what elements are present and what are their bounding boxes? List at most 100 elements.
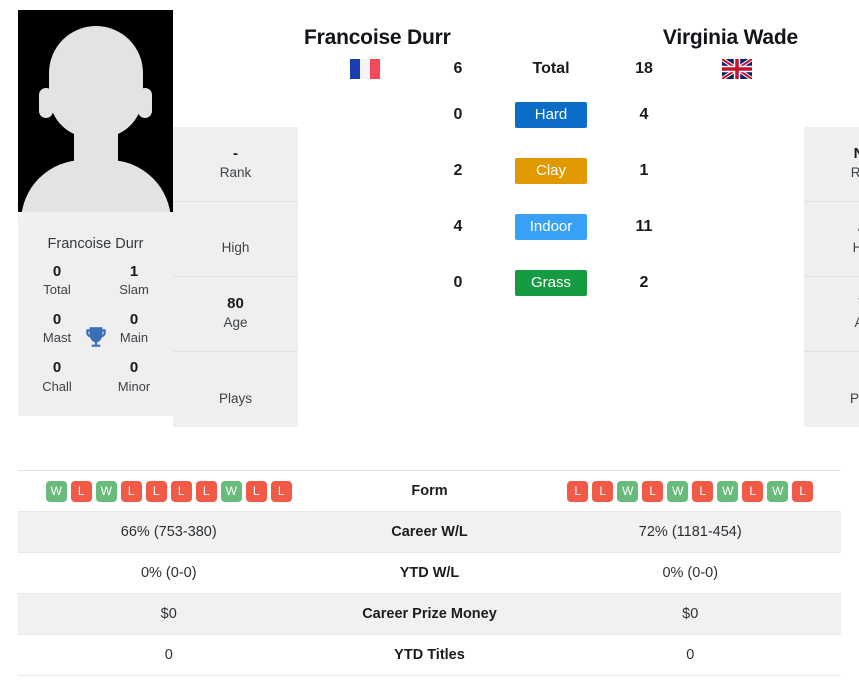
player-comparison-page: Francoise Durr 0 Total 1 Slam 0 Mast 0 M…	[0, 0, 859, 681]
comparison-header: Francoise Durr 0 Total 1 Slam 0 Mast 0 M…	[0, 0, 859, 462]
form-badge-win: W	[717, 480, 739, 502]
left-main-titles-label: Main	[119, 330, 149, 346]
form-badge-loss: L	[592, 480, 614, 502]
form-badge-loss: L	[567, 480, 589, 502]
left-ytd-wl: 0% (0-0)	[140, 565, 197, 581]
ytd-wl-label: YTD W/L	[399, 565, 460, 581]
table-row-form: WLWLLLLWLL Form LLWLWLWLWL	[18, 471, 841, 512]
left-titles-row-1: 0 Total 1 Slam	[18, 262, 173, 299]
avatar-ear-right	[138, 88, 152, 118]
right-form-badges: LLWLWLWLWL	[567, 480, 814, 502]
form-badge-loss: L	[195, 480, 217, 502]
avatar-placeholder-icon	[48, 26, 143, 138]
player-names-row: Francoise Durr Virginia Wade	[298, 26, 804, 50]
left-form-badges: WLWLLLLWLL	[45, 480, 292, 502]
clay-badge-wrap: Clay	[488, 158, 614, 184]
left-high-cell: High	[173, 202, 298, 277]
grass-surface-row: 0 Grass 2	[298, 268, 804, 298]
left-flag-slot	[302, 59, 428, 79]
left-total-wins: 6	[453, 60, 463, 77]
right-career-prize: $0	[682, 606, 699, 622]
left-titles-row-3: 0 Chall 0 Minor	[18, 358, 173, 395]
left-info-panel: - Rank High 80 Age Plays	[173, 127, 298, 427]
left-rank-value: -	[233, 145, 238, 163]
table-row-ytd-wl: 0% (0-0) YTD W/L 0% (0-0)	[18, 553, 841, 594]
left-ytd-titles: 0	[164, 647, 173, 663]
table-row-ytd-titles: 0 YTD Titles 0	[18, 635, 841, 676]
left-chall-titles-value: 0	[52, 359, 62, 377]
form-badge-loss: L	[642, 480, 664, 502]
left-age-cell: 80 Age	[173, 277, 298, 352]
left-minor-titles-label: Minor	[117, 378, 151, 394]
left-total-titles-value: 0	[52, 263, 62, 280]
left-grass-wins: 0	[453, 274, 463, 291]
form-badge-win: W	[95, 480, 117, 502]
flag-great-britain-icon	[722, 59, 752, 79]
hard-badge-wrap: Hard	[488, 102, 614, 128]
left-mast-titles: 0 Mast	[30, 310, 84, 347]
right-rank-cell: N/A Rank	[804, 127, 859, 202]
left-slam-titles: 1 Slam	[107, 262, 161, 299]
form-row-label: Form	[411, 483, 448, 499]
avatar-ear-left	[39, 88, 53, 118]
right-ytd-wl: 0% (0-0)	[662, 565, 719, 581]
form-badge-win: W	[767, 480, 789, 502]
left-main-titles: 0 Main	[107, 310, 161, 347]
right-ytd-titles: 0	[686, 647, 695, 663]
right-indoor-wins: 11	[635, 218, 653, 235]
hard-surface-badge: Hard	[515, 102, 587, 128]
grass-surface-badge: Grass	[515, 270, 587, 296]
form-badge-win: W	[45, 480, 67, 502]
left-main-titles-value: 0	[129, 311, 139, 329]
right-clay-wins: 1	[639, 162, 649, 179]
flag-france-icon	[350, 59, 380, 79]
table-row-career-wl: 66% (753-380) Career W/L 72% (1181-454)	[18, 512, 841, 553]
form-badge-loss: L	[692, 480, 714, 502]
left-minor-titles-value: 0	[129, 359, 139, 377]
right-age-cell: 78 Age	[804, 277, 859, 352]
left-titles-card: Francoise Durr 0 Total 1 Slam 0 Mast 0 M…	[18, 222, 173, 417]
left-age-value: 80	[227, 295, 244, 313]
left-career-prize: $0	[160, 606, 177, 622]
left-rank-label: Rank	[219, 165, 252, 181]
left-form-cell: WLWLLLLWLL	[18, 480, 320, 502]
trophy-icon	[83, 324, 109, 355]
left-career-wl: 66% (753-380)	[120, 524, 217, 540]
left-slam-titles-label: Slam	[119, 282, 149, 298]
left-total-titles-label: Total	[43, 282, 71, 298]
form-badge-loss: L	[270, 480, 292, 502]
right-high-label: High	[852, 240, 859, 256]
form-badge-loss: L	[145, 480, 167, 502]
career-wl-label: Career W/L	[391, 524, 468, 540]
left-minor-titles: 0 Minor	[107, 358, 161, 395]
right-hard-wins: 4	[639, 106, 649, 123]
indoor-badge-wrap: Indoor	[488, 214, 614, 240]
left-player-name[interactable]: Francoise Durr	[304, 26, 451, 50]
clay-surface-row: 2 Clay 1	[298, 156, 804, 186]
left-mast-titles-label: Mast	[42, 330, 72, 346]
left-player-column: Francoise Durr 0 Total 1 Slam 0 Mast 0 M…	[18, 10, 173, 417]
flags-and-total-row: 6 Total 18	[298, 54, 804, 84]
right-career-wl: 72% (1181-454)	[638, 524, 742, 540]
hard-surface-row: 0 Hard 4	[298, 100, 804, 130]
grass-badge-wrap: Grass	[488, 270, 614, 296]
right-player-name[interactable]: Virginia Wade	[663, 26, 798, 50]
right-flag-slot	[674, 59, 800, 79]
right-plays-cell: Plays	[804, 352, 859, 427]
right-form-cell: LLWLWLWLWL	[540, 480, 842, 502]
left-mast-titles-value: 0	[52, 311, 62, 329]
left-titles-grid: 0 Total 1 Slam 0 Mast 0 Main 0 Chall 0 M…	[18, 262, 173, 395]
form-badge-loss: L	[245, 480, 267, 502]
career-prize-label: Career Prize Money	[362, 606, 497, 622]
form-badge-loss: L	[120, 480, 142, 502]
left-high-label: High	[221, 240, 250, 256]
right-rank-value: N/A	[854, 145, 859, 163]
right-total-wins: 18	[635, 60, 653, 77]
left-slam-titles-value: 1	[129, 263, 139, 280]
center-surface-column: Francoise Durr Virginia Wade 6 Total 18	[298, 10, 804, 298]
left-chall-titles: 0 Chall	[30, 358, 84, 395]
form-badge-loss: L	[170, 480, 192, 502]
left-plays-cell: Plays	[173, 352, 298, 427]
indoor-surface-row: 4 Indoor 11	[298, 212, 804, 242]
right-info-panel: N/A Rank 40 High 78 Age Plays	[804, 127, 859, 427]
